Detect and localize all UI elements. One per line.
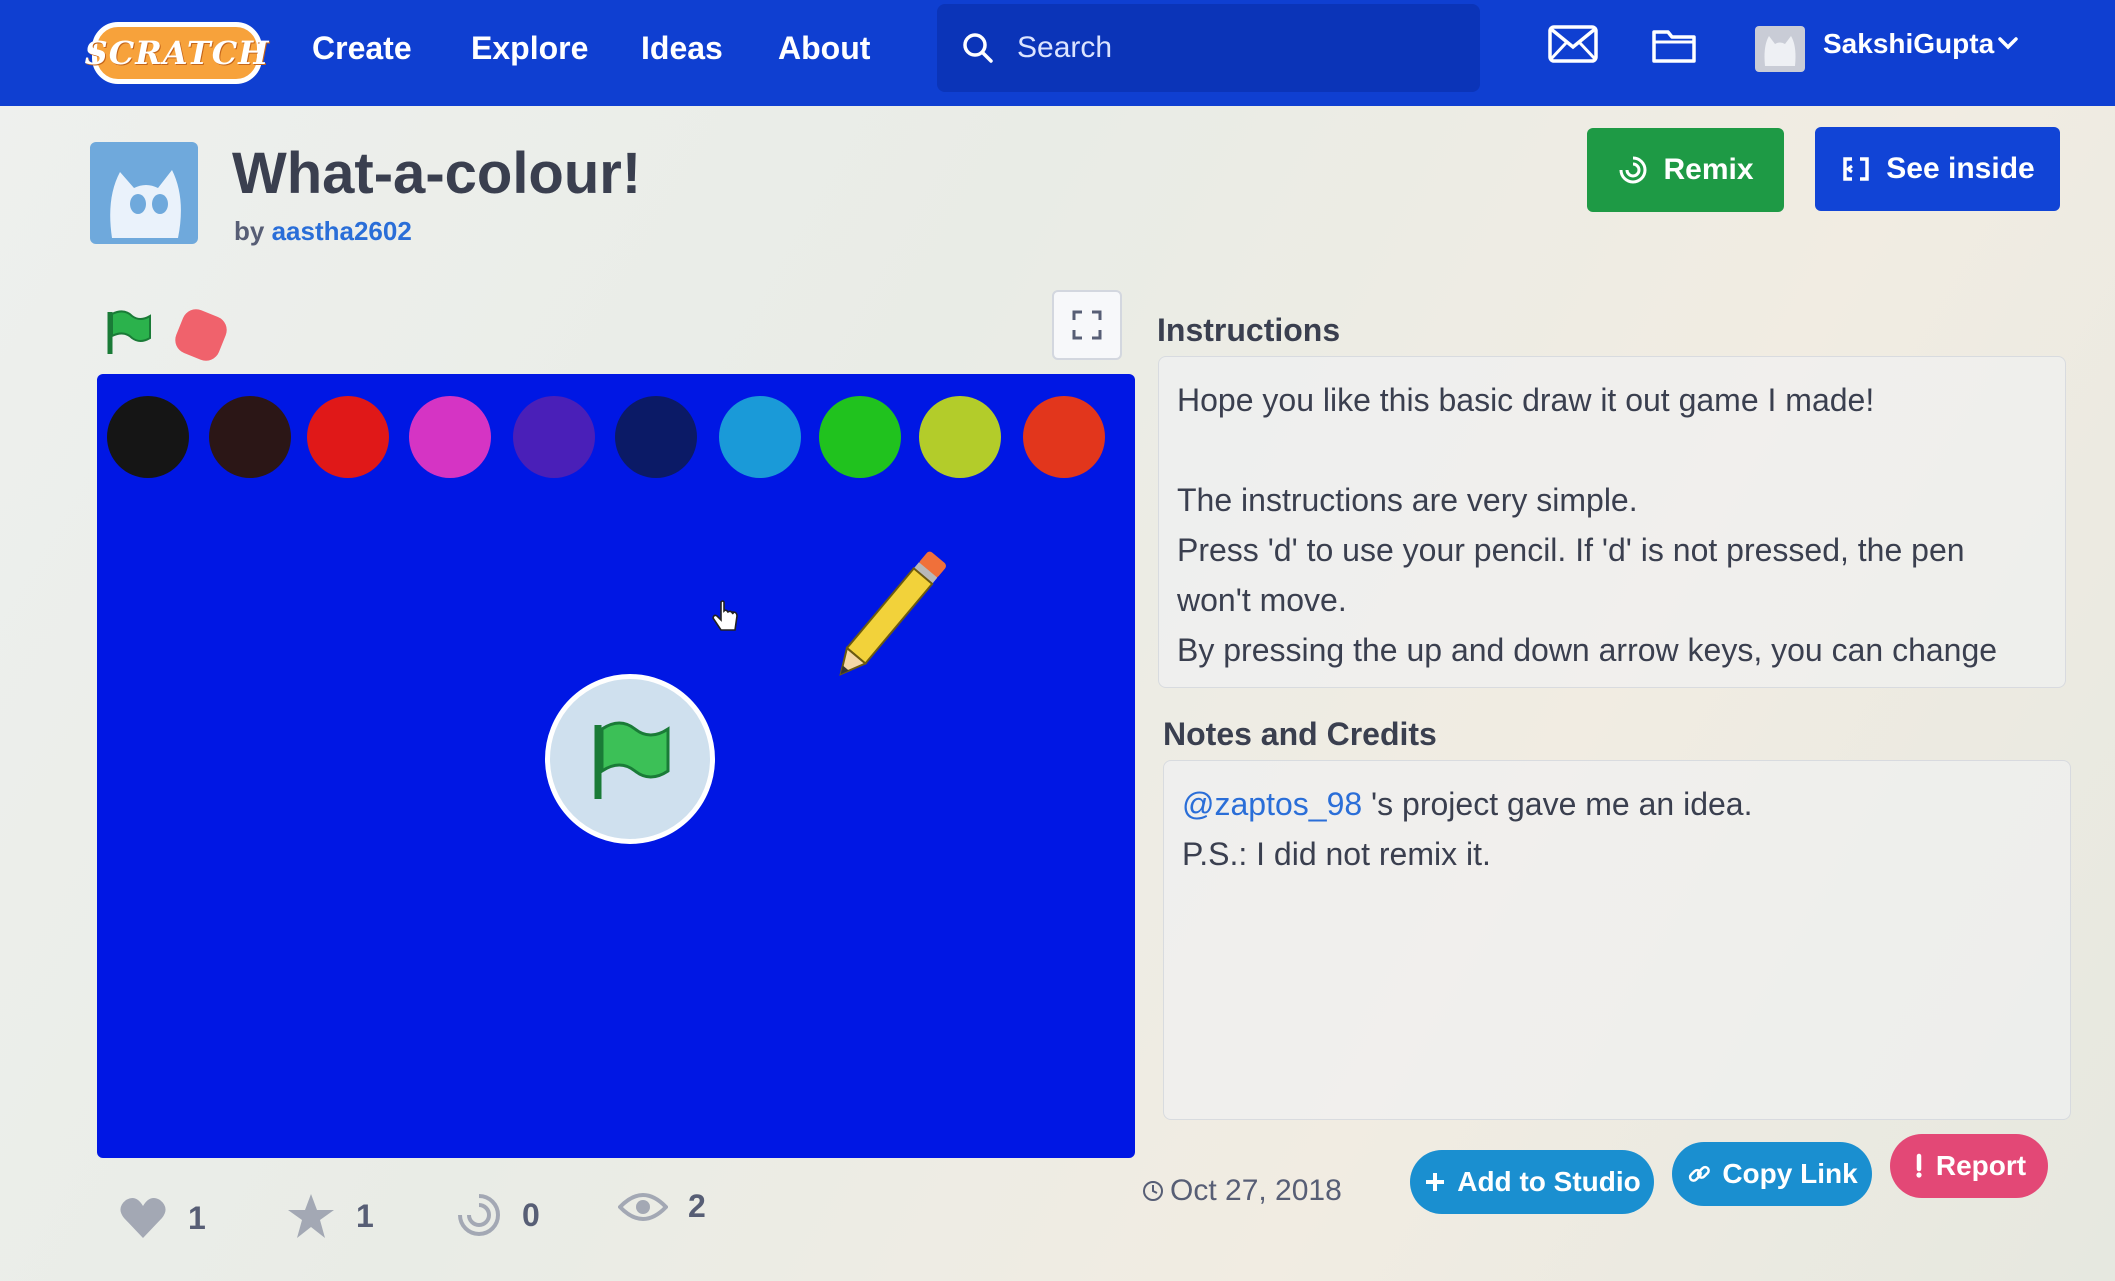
palette-color-magenta[interactable] [409,396,491,478]
cat-avatar-icon [1764,36,1796,66]
nav-about[interactable]: About [778,30,870,67]
fullscreen-button[interactable] [1052,290,1122,360]
project-thumbnail[interactable] [90,142,198,244]
username[interactable]: SakshiGupta [1823,28,1994,60]
remix-button[interactable]: Remix [1587,128,1784,212]
remix-count-stat: 0 [456,1192,540,1238]
link-icon [1689,1165,1711,1182]
nav-explore[interactable]: Explore [471,30,588,67]
see-inside-button[interactable]: See inside [1815,127,2060,211]
remix-count-icon [458,1194,500,1236]
favorite-stat[interactable]: 1 [286,1192,374,1240]
shared-date: Oct 27, 2018 [1142,1174,1342,1208]
search-icon [963,33,993,63]
project-byline: by aastha2602 [234,216,412,246]
palette-color-navy[interactable] [615,396,697,478]
star-icon [288,1194,334,1238]
palette-color-green[interactable] [819,396,901,478]
top-navbar: SCRATCH Create Explore Ideas About Saksh… [0,0,2115,106]
project-title: What-a-colour! [232,141,642,206]
nav-ideas[interactable]: Ideas [641,30,723,67]
report-button[interactable]: Report [1890,1134,2048,1198]
palette-color-yellow-green[interactable] [919,396,1001,478]
instructions-heading: Instructions [1157,312,1341,348]
instructions-box[interactable]: Hope you like this basic draw it out gam… [1158,356,2066,688]
search-input[interactable] [1017,31,1457,65]
notes-heading: Notes and Credits [1163,716,1437,752]
palette-color-sky-blue[interactable] [719,396,801,478]
cat-thumbnail-icon [110,170,181,238]
palette-color-purple[interactable] [513,396,595,478]
palette-color-black[interactable] [107,396,189,478]
fullscreen-icon [1072,310,1102,340]
mention-link[interactable]: @zaptos_98 [1182,786,1362,822]
green-flag-icon[interactable] [104,308,154,356]
remix-icon [1619,156,1647,184]
stop-sign-icon[interactable] [171,305,231,365]
heart-icon [120,1198,166,1238]
eye-icon [618,1192,668,1221]
author-link[interactable]: aastha2602 [272,216,412,246]
see-inside-icon [1843,157,1870,181]
copy-link-button[interactable]: Copy Link [1672,1142,1872,1206]
pencil-sprite-icon [839,551,946,676]
palette-color-red[interactable] [307,396,389,478]
hand-cursor-icon [712,600,738,631]
nav-create[interactable]: Create [312,30,412,67]
plus-icon [1426,1173,1445,1191]
clock-icon [1143,1181,1163,1201]
chevron-down-icon[interactable] [1996,34,2020,52]
messages-icon[interactable] [1547,22,1599,66]
palette-color-dark-brown[interactable] [209,396,291,478]
palette-color-orange-red[interactable] [1023,396,1105,478]
notes-box[interactable]: @zaptos_98 's project gave me an idea. P… [1163,760,2071,1120]
project-stage[interactable] [97,374,1135,1158]
scratch-logo[interactable]: SCRATCH [85,22,268,84]
search-bar[interactable] [937,4,1480,92]
view-count-stat: 2 [618,1188,706,1225]
my-stuff-folder-icon[interactable] [1650,22,1698,66]
start-green-flag-button[interactable] [545,674,715,844]
add-to-studio-button[interactable]: Add to Studio [1410,1150,1654,1214]
exclamation-icon [1916,1153,1922,1178]
user-avatar[interactable] [1755,26,1805,72]
love-stat[interactable]: 1 [118,1196,206,1240]
green-flag-icon [594,721,670,799]
